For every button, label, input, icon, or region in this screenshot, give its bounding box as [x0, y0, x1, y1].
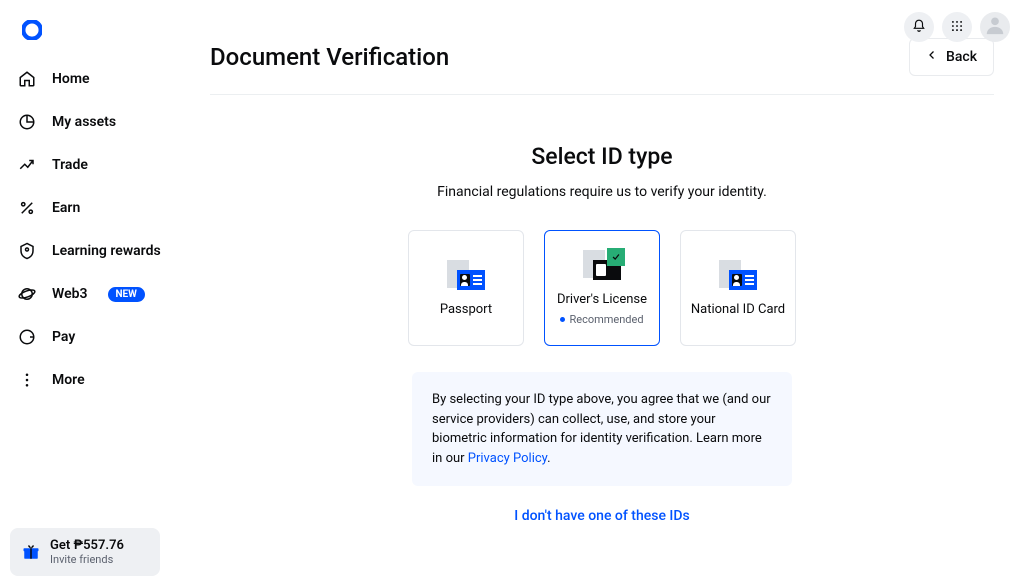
top-icons: [904, 12, 1010, 42]
id-option-drivers-license[interactable]: Driver's License Recommended: [544, 230, 660, 346]
id-option-label: National ID Card: [691, 302, 785, 317]
sidebar-item-home[interactable]: Home: [18, 70, 180, 88]
sidebar-item-label: Web3: [52, 286, 88, 302]
id-option-passport[interactable]: Passport: [408, 230, 524, 346]
sidebar-item-assets[interactable]: My assets: [18, 113, 180, 131]
pie-icon: [18, 113, 36, 131]
trend-icon: [18, 156, 36, 174]
invite-subtitle: Invite friends: [50, 553, 124, 566]
id-option-national-id[interactable]: National ID Card: [680, 230, 796, 346]
select-subheading: Financial regulations require us to veri…: [437, 184, 767, 200]
page-title: Document Verification: [210, 43, 449, 71]
select-id-section: Select ID type Financial regulations req…: [210, 143, 994, 524]
notifications-button[interactable]: [904, 12, 934, 42]
sidebar-item-web3[interactable]: Web3 NEW: [18, 285, 180, 303]
nav: Home My assets Trade Earn Learning rewar…: [18, 70, 180, 389]
consent-text-end: .: [547, 451, 550, 466]
rewards-icon: [18, 242, 36, 260]
sidebar-item-trade[interactable]: Trade: [18, 156, 180, 174]
back-label: Back: [946, 49, 977, 65]
sidebar-item-label: My assets: [52, 114, 116, 130]
home-icon: [18, 70, 36, 88]
sidebar-item-more[interactable]: More: [18, 371, 180, 389]
pay-icon: [18, 328, 36, 346]
sidebar-item-label: Pay: [52, 329, 75, 345]
sidebar-item-label: Learning rewards: [52, 243, 161, 259]
avatar[interactable]: [980, 12, 1010, 42]
more-icon: [18, 371, 36, 389]
new-badge: NEW: [108, 287, 145, 302]
sidebar-item-earn[interactable]: Earn: [18, 199, 180, 217]
gift-icon: [22, 543, 40, 561]
select-heading: Select ID type: [531, 143, 672, 170]
grid-icon: [950, 18, 964, 37]
national-id-icon: [719, 260, 757, 290]
invite-friends-box[interactable]: Get ₱557.76 Invite friends: [10, 528, 160, 576]
id-option-label: Driver's License: [557, 292, 647, 307]
sidebar: Home My assets Trade Earn Learning rewar…: [0, 0, 180, 588]
check-icon: [607, 248, 625, 266]
sidebar-item-label: More: [52, 372, 85, 388]
sidebar-item-pay[interactable]: Pay: [18, 328, 180, 346]
apps-button[interactable]: [942, 12, 972, 42]
passport-icon: [447, 260, 485, 290]
consent-box: By selecting your ID type above, you agr…: [412, 372, 792, 486]
header-row: Document Verification Back: [210, 10, 994, 95]
privacy-policy-link[interactable]: Privacy Policy: [468, 451, 547, 466]
back-button[interactable]: Back: [909, 38, 994, 76]
id-options: Passport Driver's License Recommended: [408, 230, 796, 346]
invite-title: Get ₱557.76: [50, 538, 124, 553]
id-option-label: Passport: [440, 302, 492, 317]
drivers-license-icon: [583, 250, 621, 280]
sidebar-item-label: Earn: [52, 200, 80, 216]
recommended-badge: Recommended: [560, 313, 643, 326]
percent-icon: [18, 199, 36, 217]
planet-icon: [18, 285, 36, 303]
main: Document Verification Back Select ID typ…: [180, 0, 1024, 588]
bell-icon: [912, 18, 926, 37]
sidebar-item-label: Trade: [52, 157, 88, 173]
sidebar-item-label: Home: [52, 71, 90, 87]
sidebar-item-learning[interactable]: Learning rewards: [18, 242, 180, 260]
no-id-link[interactable]: I don't have one of these IDs: [514, 508, 689, 524]
logo[interactable]: [22, 20, 42, 40]
user-icon: [984, 14, 1006, 40]
chevron-left-icon: [926, 49, 938, 65]
